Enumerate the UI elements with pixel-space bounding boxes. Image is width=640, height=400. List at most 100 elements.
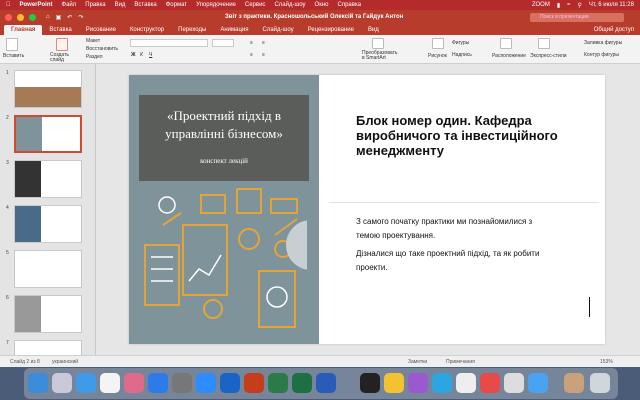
shape-outline-button[interactable]: Контур фигуры xyxy=(584,52,619,58)
zoom-level[interactable]: 153% xyxy=(600,359,613,365)
viber-icon[interactable] xyxy=(408,373,428,393)
align-left-button[interactable]: ≡ xyxy=(250,52,253,58)
minimize-window-button[interactable] xyxy=(17,13,24,21)
numbering-button[interactable]: ≡ xyxy=(262,40,265,46)
quick-styles-button[interactable]: Экспресс-стили xyxy=(530,53,567,59)
paste-icon[interactable] xyxy=(6,38,18,51)
app-icon[interactable] xyxy=(528,373,548,393)
photos-icon[interactable] xyxy=(124,373,144,393)
slide-thumbnail-1[interactable] xyxy=(14,70,82,108)
notes-app-icon[interactable] xyxy=(456,373,476,393)
tab-animations[interactable]: Анимация xyxy=(213,25,255,35)
menu-file[interactable]: Файл xyxy=(62,2,77,8)
slide-paragraph-1[interactable]: З самого початку практики ми познайомили… xyxy=(356,215,556,243)
zoom-app-icon[interactable] xyxy=(196,373,216,393)
search-input[interactable]: Поиск в презентации xyxy=(530,13,624,22)
safari-icon[interactable] xyxy=(76,373,96,393)
section-button[interactable]: Раздел xyxy=(86,54,103,60)
wifi-icon[interactable]: ≈ xyxy=(567,2,570,8)
search-icon[interactable]: ⚲ xyxy=(577,2,581,9)
font-size-field[interactable] xyxy=(212,39,234,47)
calendar-icon[interactable] xyxy=(100,373,120,393)
launchpad-icon[interactable] xyxy=(52,373,72,393)
textbox-button[interactable]: Надпись xyxy=(452,52,472,58)
menu-format[interactable]: Формат xyxy=(166,2,187,8)
shape-fill-button[interactable]: Заливка фигуры xyxy=(584,40,622,46)
tab-view[interactable]: Вид xyxy=(361,25,386,35)
shapes-button[interactable]: Фигуры xyxy=(452,40,469,46)
apple-icon[interactable]:  xyxy=(6,2,11,8)
smartart-button[interactable]: Преобразовать в SmartArt xyxy=(362,51,398,61)
slide-thumbnail-5[interactable] xyxy=(14,250,82,288)
close-window-button[interactable] xyxy=(5,13,12,21)
arrange-button[interactable]: Расположение xyxy=(492,53,526,59)
menu-slideshow[interactable]: Слайд-шоу xyxy=(274,2,305,8)
home-icon[interactable]: ⌂ xyxy=(46,14,50,20)
clock[interactable]: Чт, 6 июля 11:28 xyxy=(589,2,634,8)
font-name-field[interactable] xyxy=(130,39,208,47)
powerpoint-icon[interactable] xyxy=(244,373,264,393)
smartart-icon[interactable] xyxy=(372,38,384,49)
finder-icon[interactable] xyxy=(28,373,48,393)
slide-heading[interactable]: Блок номер один. Кафедра виробничого та … xyxy=(356,113,576,158)
battery-icon[interactable]: ▮ xyxy=(557,2,560,9)
arrange-icon[interactable] xyxy=(500,38,512,49)
app-store-icon[interactable] xyxy=(148,373,168,393)
bullets-button[interactable]: ≡ xyxy=(250,40,253,46)
layout-button[interactable]: Макет xyxy=(86,38,100,44)
underline-button[interactable]: Ч xyxy=(149,52,152,58)
terminal-icon[interactable] xyxy=(360,373,380,393)
tab-slideshow[interactable]: Слайд-шоу xyxy=(255,25,300,35)
picture-icon[interactable] xyxy=(432,38,444,49)
reset-button[interactable]: Восстановить xyxy=(86,46,118,52)
menu-tools[interactable]: Сервис xyxy=(245,2,266,8)
music-icon[interactable] xyxy=(480,373,500,393)
menu-help[interactable]: Справка xyxy=(338,2,362,8)
preview-icon[interactable] xyxy=(504,373,524,393)
align-center-button[interactable]: ≡ xyxy=(262,52,265,58)
save-icon[interactable]: ▣ xyxy=(56,14,62,21)
outlook-icon[interactable] xyxy=(220,373,240,393)
italic-button[interactable]: К xyxy=(140,52,143,58)
comments-button[interactable]: Примечания xyxy=(446,359,475,365)
downloads-folder-icon[interactable] xyxy=(564,373,584,393)
word-icon[interactable] xyxy=(316,373,336,393)
menu-view[interactable]: Вид xyxy=(115,2,126,8)
trash-icon[interactable] xyxy=(590,373,610,393)
notes-button[interactable]: Заметки xyxy=(408,359,427,365)
tab-home[interactable]: Главная xyxy=(4,25,43,35)
system-preferences-icon[interactable] xyxy=(172,373,192,393)
tab-draw[interactable]: Рисование xyxy=(79,25,123,35)
tab-design[interactable]: Конструктор xyxy=(123,25,171,35)
slide-editor[interactable]: «Проектний підхід в управлінні бізнесом»… xyxy=(96,64,640,355)
current-slide[interactable]: «Проектний підхід в управлінні бізнесом»… xyxy=(129,75,605,344)
paste-button[interactable]: Вставить xyxy=(3,53,24,59)
excel-icon[interactable] xyxy=(292,373,312,393)
tab-transitions[interactable]: Переходы xyxy=(171,25,213,35)
slide-thumbnails-pane[interactable]: 1 2 3 4 5 6 7 xyxy=(0,64,96,355)
chrome-icon[interactable] xyxy=(384,373,404,393)
zoom-window-button[interactable] xyxy=(29,13,36,21)
picture-button[interactable]: Рисунок xyxy=(428,53,447,59)
menu-window[interactable]: Окно xyxy=(315,2,329,8)
slide-thumbnail-7[interactable] xyxy=(14,340,82,355)
tab-review[interactable]: Рецензирование xyxy=(301,25,361,35)
new-slide-icon[interactable] xyxy=(56,38,68,51)
new-slide-button[interactable]: Создать слайд xyxy=(50,53,78,63)
xcode-or-app-icon[interactable] xyxy=(268,373,288,393)
slide-thumbnail-3[interactable] xyxy=(14,160,82,198)
slide-thumbnail-6[interactable] xyxy=(14,295,82,333)
menu-insert[interactable]: Вставка xyxy=(134,2,156,8)
undo-icon[interactable]: ↶ xyxy=(67,14,72,21)
tab-insert[interactable]: Вставка xyxy=(42,25,78,35)
telegram-icon[interactable] xyxy=(432,373,452,393)
language-indicator[interactable]: украинский xyxy=(52,359,78,365)
bold-button[interactable]: Ж xyxy=(131,52,136,58)
menu-edit[interactable]: Правка xyxy=(85,2,105,8)
slide-paragraph-2[interactable]: Дізналися що таке проектний підхід, та я… xyxy=(356,247,556,275)
slide-thumbnail-2[interactable] xyxy=(14,115,82,153)
menu-app-name[interactable]: PowerPoint xyxy=(20,2,53,8)
menu-arrange[interactable]: Упорядочение xyxy=(196,2,236,8)
quick-styles-icon[interactable] xyxy=(538,38,550,49)
slide-thumbnail-4[interactable] xyxy=(14,205,82,243)
